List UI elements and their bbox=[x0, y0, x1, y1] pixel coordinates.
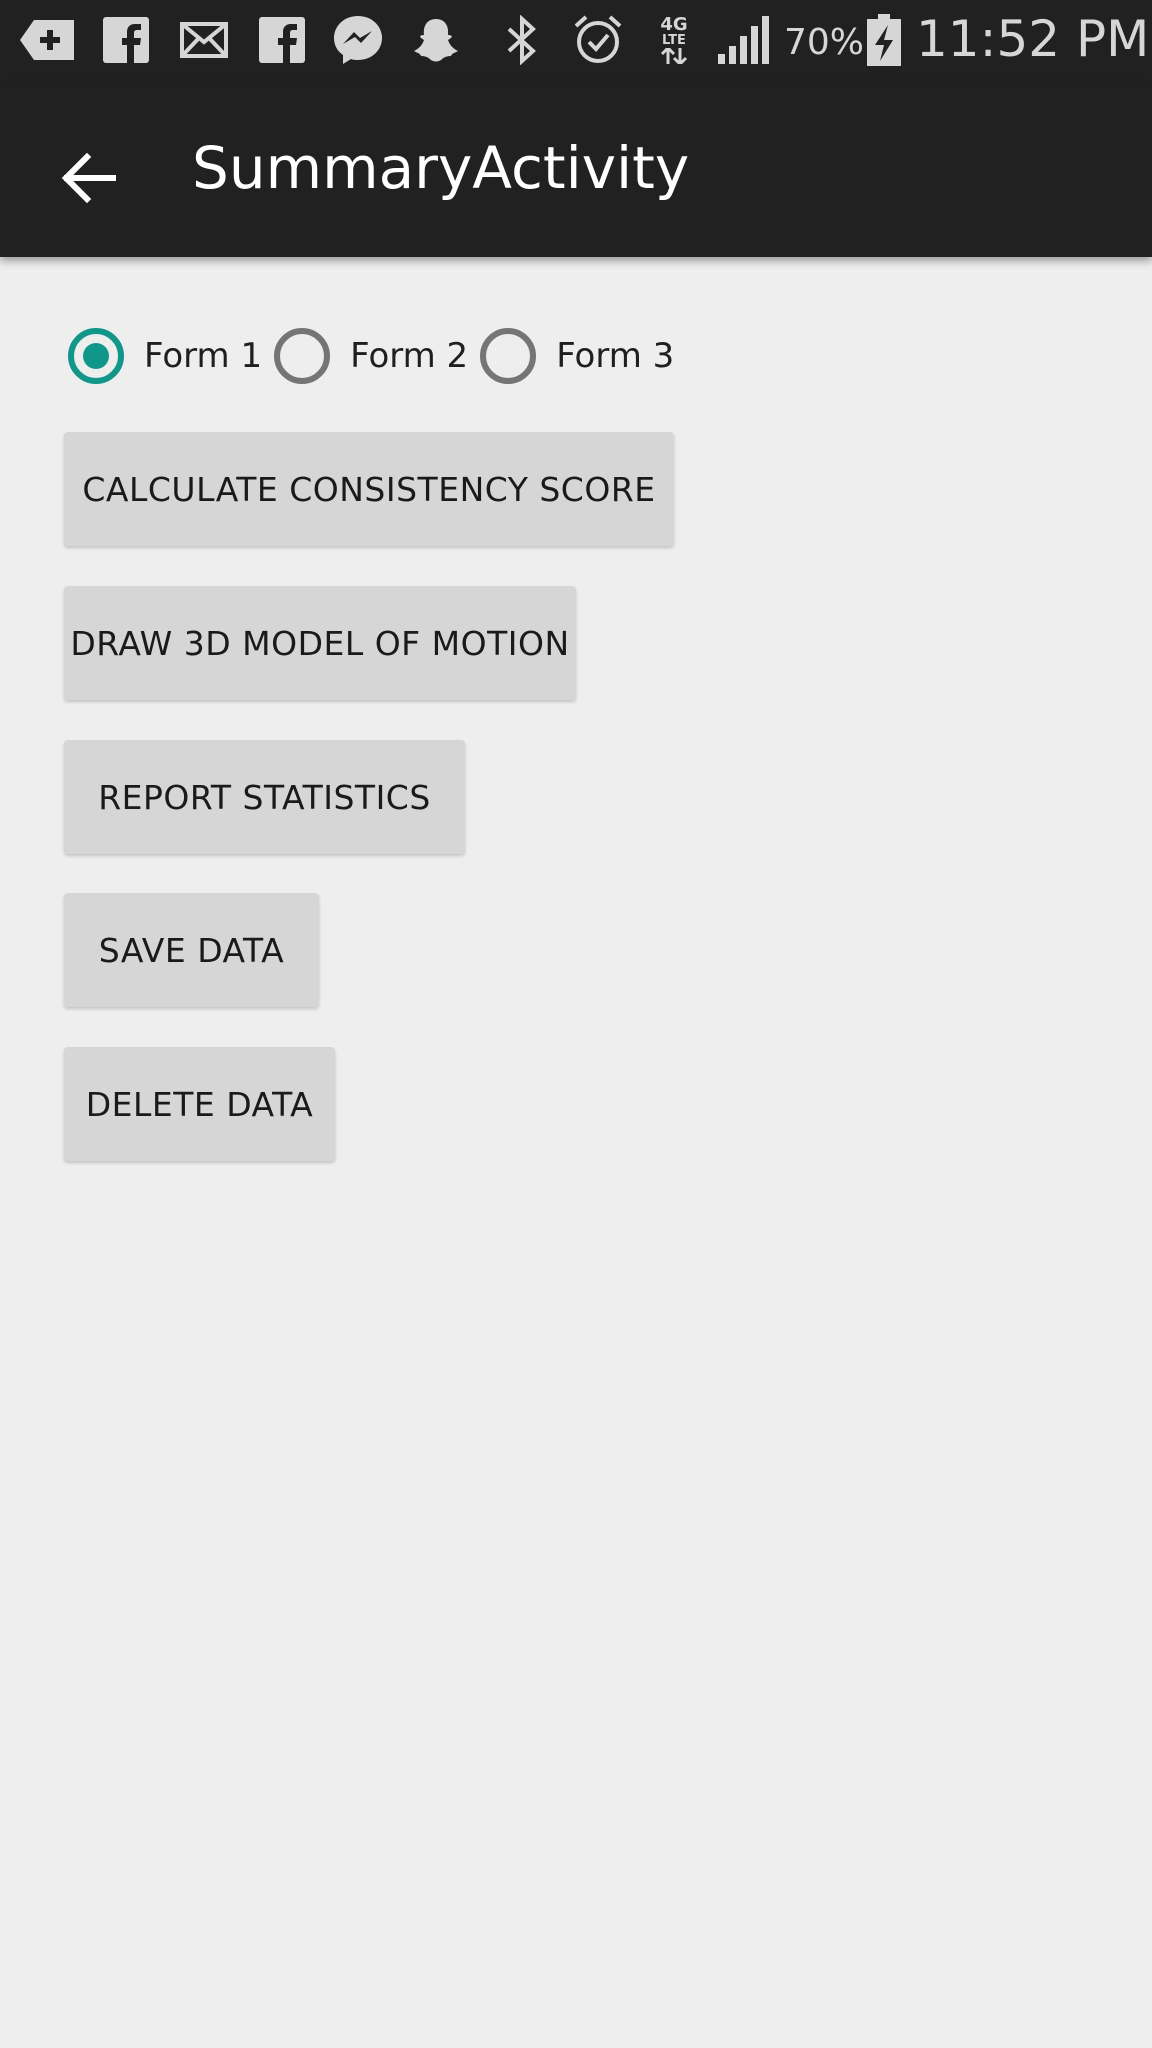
radio-label: Form 2 bbox=[350, 336, 469, 376]
arrow-back-icon bbox=[61, 152, 117, 207]
status-bar: 4G LTE 70% 11:52 PM bbox=[0, 0, 1152, 83]
clock: 11:52 PM bbox=[916, 10, 1150, 68]
radio-form-3[interactable]: Form 3 bbox=[480, 328, 674, 384]
form-radio-group: Form 1 Form 2 Form 3 bbox=[68, 328, 686, 384]
4g-lte-icon: 4G LTE bbox=[646, 12, 702, 68]
messenger-icon bbox=[330, 12, 386, 68]
report-statistics-button[interactable]: REPORT STATISTICS bbox=[64, 740, 465, 854]
alarm-icon bbox=[570, 12, 626, 68]
radio-unchecked-icon bbox=[274, 328, 331, 384]
save-data-button[interactable]: SAVE DATA bbox=[64, 893, 319, 1007]
snapchat-icon bbox=[408, 12, 464, 68]
facebook-icon bbox=[98, 12, 154, 68]
back-button[interactable] bbox=[44, 135, 134, 225]
radio-label: Form 1 bbox=[144, 336, 263, 376]
mail-icon bbox=[176, 12, 232, 68]
bluetooth-icon bbox=[494, 12, 550, 68]
app-toolbar: SummaryActivity bbox=[0, 83, 1152, 257]
draw-3d-model-button[interactable]: DRAW 3D MODEL OF MOTION bbox=[64, 586, 576, 700]
facebook-icon bbox=[254, 12, 310, 68]
page-title: SummaryActivity bbox=[192, 134, 690, 202]
radio-checked-icon bbox=[68, 328, 124, 384]
delete-data-button[interactable]: DELETE DATA bbox=[64, 1047, 335, 1161]
signal-icon bbox=[716, 12, 772, 68]
radio-unchecked-icon bbox=[480, 328, 537, 384]
radio-form-2[interactable]: Form 2 bbox=[274, 328, 468, 384]
battery-percent: 70% bbox=[784, 22, 865, 63]
calculate-consistency-score-button[interactable]: CALCULATE CONSISTENCY SCORE bbox=[64, 432, 674, 546]
radio-label: Form 3 bbox=[556, 336, 675, 376]
add-notification-icon bbox=[20, 12, 76, 68]
radio-form-1[interactable]: Form 1 bbox=[68, 328, 262, 384]
battery-charging-icon bbox=[856, 12, 912, 68]
